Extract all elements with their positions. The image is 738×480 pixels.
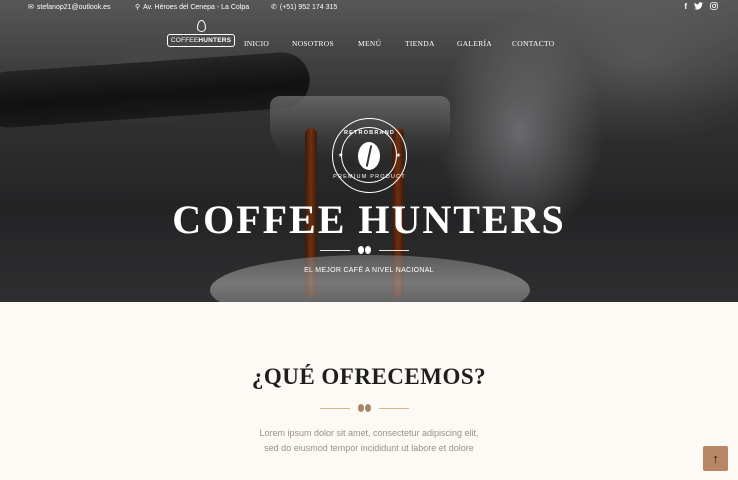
twitter-icon[interactable] xyxy=(694,2,703,12)
badge-star-left: ★ xyxy=(338,153,344,159)
facebook-icon[interactable]: f xyxy=(684,2,687,12)
nav-item-galeria[interactable]: GALERÍA xyxy=(457,39,492,48)
divider-line xyxy=(320,407,350,409)
phone-icon: ✆ xyxy=(271,4,277,11)
coffee-beans-icon xyxy=(358,246,371,254)
topbar-email[interactable]: ✉ stefanop21@outlook.es xyxy=(28,3,111,12)
hero-title: COFFEE HUNTERS xyxy=(172,197,566,242)
divider-line xyxy=(320,249,350,251)
description-line-2: sed do eiusmod tempor incididunt ut labo… xyxy=(264,443,474,453)
nav-item-contacto[interactable]: CONTACTO xyxy=(512,39,555,48)
hero-banner: ✉ stefanop21@outlook.es ⚲ Av. Héroes del… xyxy=(0,0,738,302)
badge-star-right: ★ xyxy=(395,153,401,159)
social-links: f xyxy=(684,2,718,12)
retrobrand-badge: RETROBRAND ★ ★ PREMIUM PRODUCT xyxy=(332,118,407,193)
badge-top-text: RETROBRAND xyxy=(343,130,396,136)
hero-subtitle: EL MEJOR CAFÉ A NIVEL NACIONAL xyxy=(304,267,434,274)
coffee-bean-icon xyxy=(358,142,380,170)
nav-item-tienda[interactable]: TIENDA xyxy=(405,39,435,48)
nav-item-nosotros[interactable]: NOSOTROS xyxy=(292,39,334,48)
flame-icon xyxy=(196,20,206,32)
topbar: ✉ stefanop21@outlook.es ⚲ Av. Héroes del… xyxy=(0,0,738,16)
topbar-phone[interactable]: ✆ (+51) 952 174 315 xyxy=(271,3,338,12)
nav-item-menu[interactable]: MENÚ xyxy=(358,39,381,48)
divider-line xyxy=(379,407,409,409)
hero-divider xyxy=(320,246,409,254)
section-description: Lorem ipsum dolor sit amet, consectetur … xyxy=(0,426,738,456)
address-text: Av. Héroes del Cenepa - La Colpa xyxy=(143,3,250,11)
site-logo[interactable]: COFFEEHUNTERS xyxy=(166,20,236,52)
section-divider xyxy=(320,404,409,412)
topbar-address[interactable]: ⚲ Av. Héroes del Cenepa - La Colpa xyxy=(135,3,250,12)
main-nav: COFFEEHUNTERS INICIO NOSOTROS MENÚ TIEND… xyxy=(0,20,738,60)
badge-bottom-text: PREMIUM PRODUCT xyxy=(333,174,406,180)
arrow-up-icon: ↑ xyxy=(712,451,719,466)
email-text: stefanop21@outlook.es xyxy=(36,3,111,11)
coffee-beans-icon xyxy=(358,404,371,412)
envelope-icon: ✉ xyxy=(28,4,34,11)
divider-line xyxy=(379,249,409,251)
description-line-1: Lorem ipsum dolor sit amet, consectetur … xyxy=(259,428,479,438)
back-to-top-button[interactable]: ↑ xyxy=(703,446,728,471)
logo-wordmark: COFFEEHUNTERS xyxy=(166,34,236,47)
section-title: ¿QUÉ OFRECEMOS? xyxy=(251,364,487,389)
instagram-icon[interactable] xyxy=(710,2,718,12)
map-pin-icon: ⚲ xyxy=(135,4,141,11)
phone-text: (+51) 952 174 315 xyxy=(279,3,338,11)
nav-item-inicio[interactable]: INICIO xyxy=(244,39,269,48)
